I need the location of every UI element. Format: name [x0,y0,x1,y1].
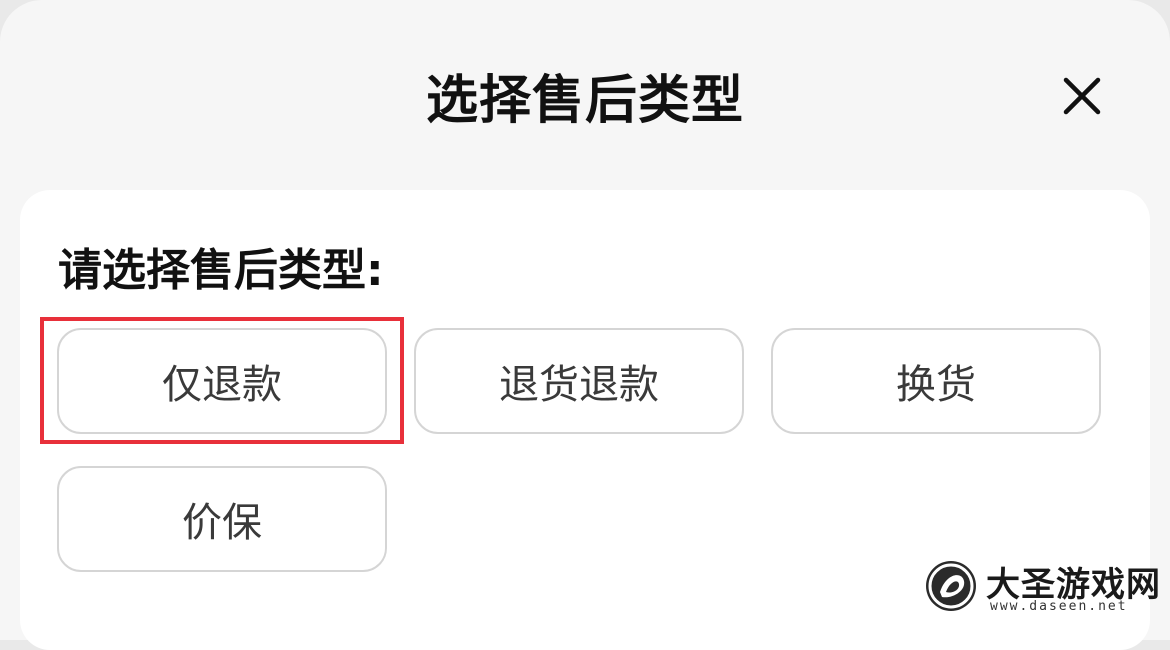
option-price-protection[interactable]: 价保 [57,466,387,572]
bottom-sheet: 选择售后类型 请选择售后类型: 仅退款 退货退款 换货 价保 [0,0,1170,650]
daseen-logo-icon [926,561,976,611]
select-type-prompt: 请选择售后类型: [58,245,384,296]
option-exchange[interactable]: 换货 [771,328,1101,434]
close-icon [1063,77,1101,115]
watermark-url: www.daseen.net [990,599,1128,614]
close-button[interactable] [1056,70,1108,122]
highlight-box [40,317,404,444]
watermark: 大圣游戏网 www.daseen.net [920,557,1170,621]
option-return-refund[interactable]: 退货退款 [414,328,744,434]
sheet-title: 选择售后类型 [425,71,744,131]
